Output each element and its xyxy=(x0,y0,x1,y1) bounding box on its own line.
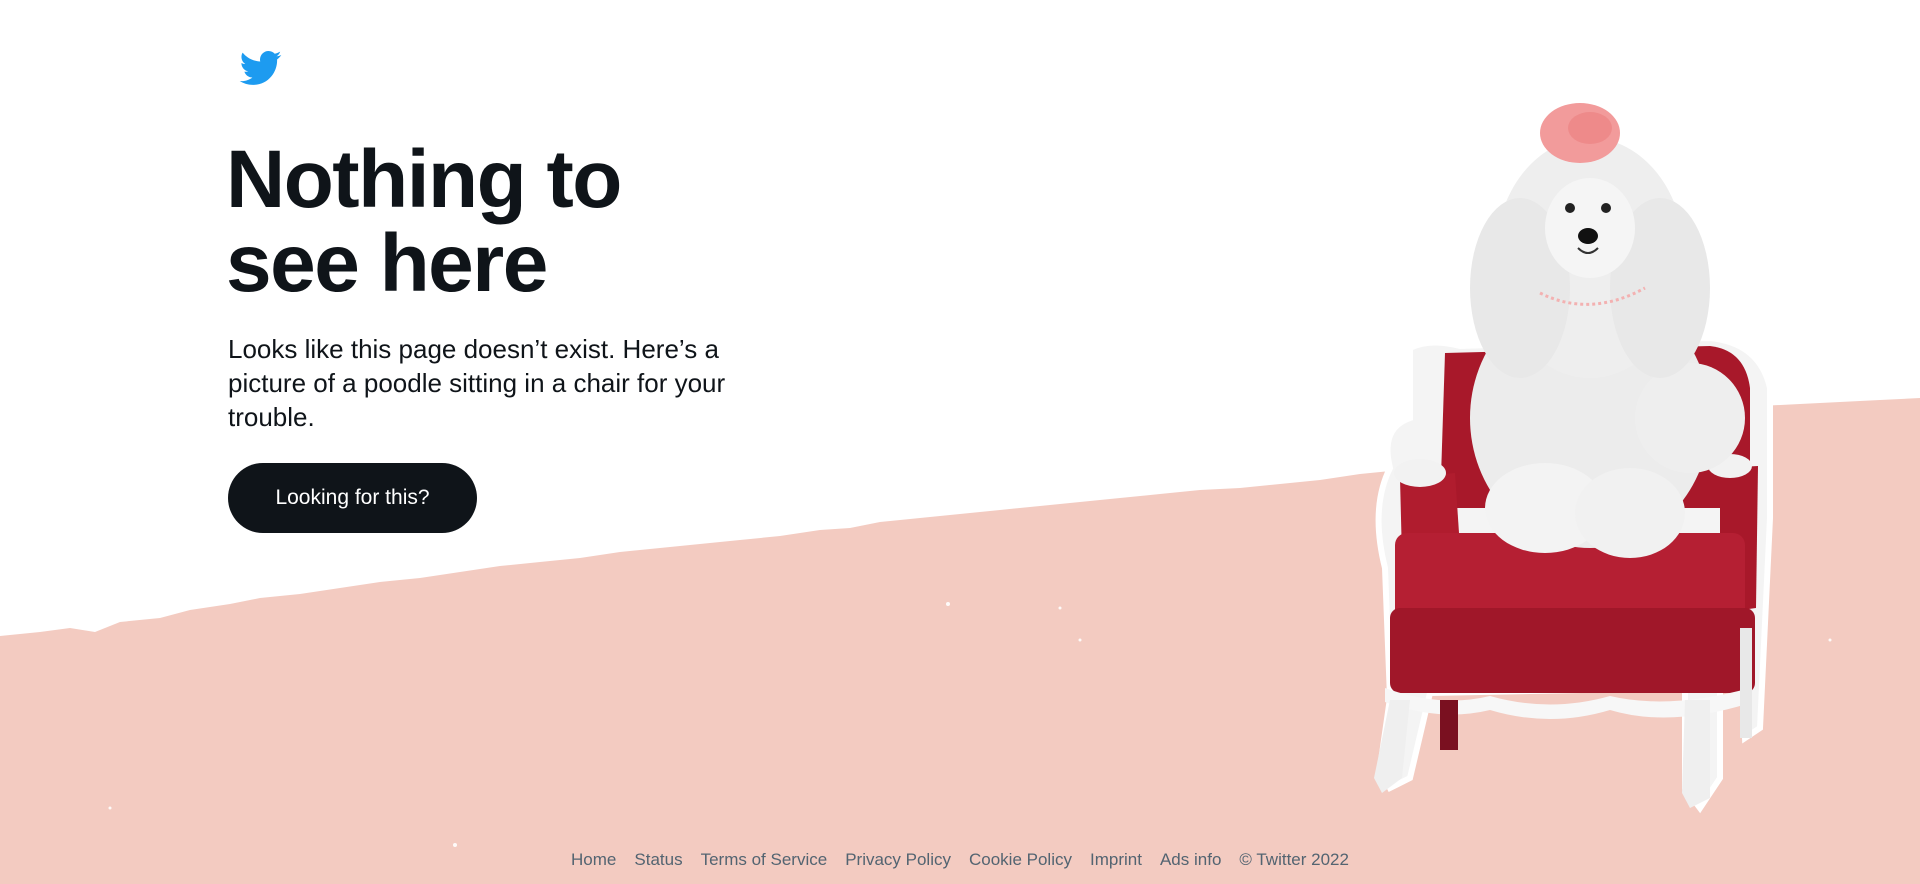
footer-link-home[interactable]: Home xyxy=(571,850,616,870)
looking-for-this-button[interactable]: Looking for this? xyxy=(228,463,477,533)
page-description: Looks like this page doesn’t exist. Here… xyxy=(228,334,726,432)
page-title-line-1: Nothing to xyxy=(226,134,622,225)
footer-link-status[interactable]: Status xyxy=(634,850,682,870)
page-title-line-2: see here xyxy=(226,218,548,309)
footer-link-privacy[interactable]: Privacy Policy xyxy=(845,850,951,870)
footer-link-terms[interactable]: Terms of Service xyxy=(701,850,828,870)
footer-nav: Home Status Terms of Service Privacy Pol… xyxy=(0,850,1920,870)
footer-copyright: © Twitter 2022 xyxy=(1239,850,1349,869)
not-found-page: Nothing to see here Looks like this page… xyxy=(0,0,1920,884)
footer-link-ads-info[interactable]: Ads info xyxy=(1160,850,1221,870)
twitter-bird-icon[interactable] xyxy=(235,46,285,90)
footer-link-cookie-policy[interactable]: Cookie Policy xyxy=(969,850,1072,870)
page-title: Nothing to see here xyxy=(226,138,786,306)
poodle-in-chair-illustration xyxy=(1374,103,1773,814)
footer-link-imprint[interactable]: Imprint xyxy=(1090,850,1142,870)
